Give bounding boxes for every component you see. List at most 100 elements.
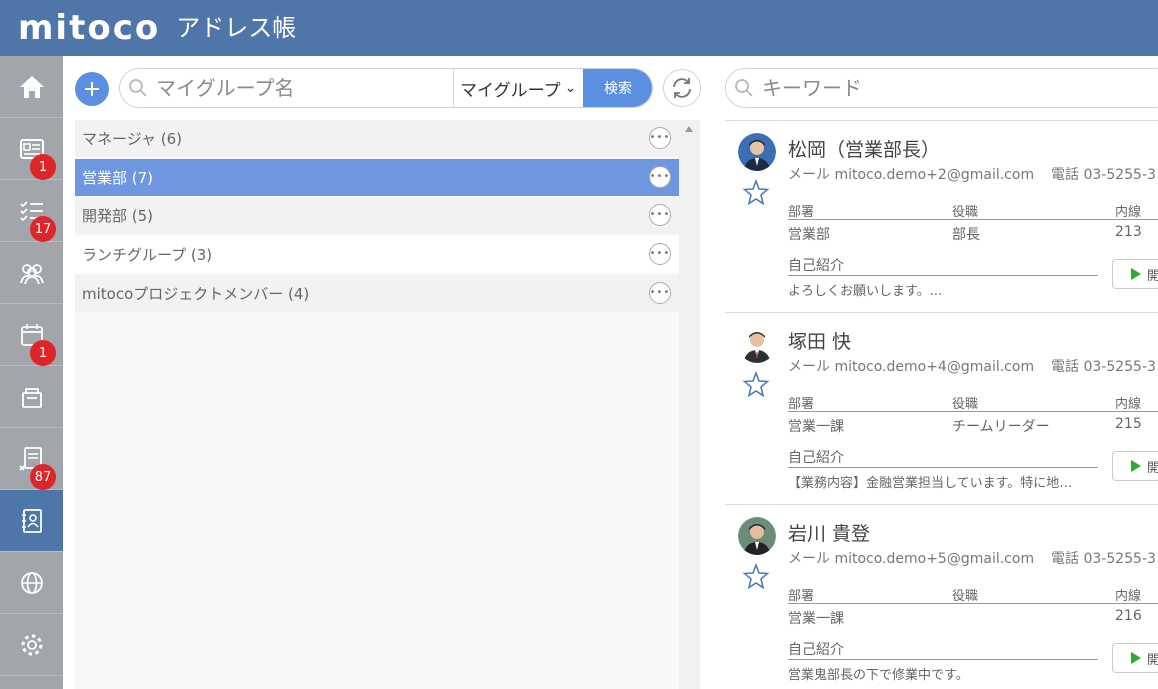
- sidebar-item-files[interactable]: [0, 366, 63, 428]
- star-icon[interactable]: [743, 179, 769, 205]
- email-value[interactable]: mitoco.demo+5@gmail.com: [834, 551, 1034, 567]
- group-type-select[interactable]: マイグループ ⌄: [453, 69, 583, 107]
- group-list-scrollbar[interactable]: [679, 120, 700, 689]
- tel-label: 電話: [1051, 167, 1079, 183]
- refresh-icon: [673, 78, 691, 98]
- more-options-icon[interactable]: •••: [649, 127, 671, 149]
- intro-text: よろしくお願いします。...: [788, 284, 943, 299]
- sidebar-item-calendar[interactable]: 1: [0, 304, 63, 366]
- group-row[interactable]: ランチグループ (3) •••: [75, 236, 679, 273]
- sidebar-item-approval[interactable]: 87: [0, 428, 63, 490]
- ext-value: 215: [1115, 416, 1142, 432]
- intro-text: 【業務内容】金融営業担当しています。特に地…: [788, 476, 1073, 491]
- sidebar-item-web[interactable]: [0, 552, 63, 614]
- mail-label: メール: [788, 551, 830, 567]
- email-value[interactable]: mitoco.demo+2@gmail.com: [834, 167, 1034, 183]
- more-options-icon[interactable]: •••: [649, 166, 671, 188]
- folder-icon: [21, 387, 42, 408]
- open-button[interactable]: 開: [1112, 451, 1158, 481]
- position-header: 役職: [952, 589, 979, 604]
- ext-header: 内線: [1115, 589, 1142, 604]
- dept-value: 営業部: [788, 227, 830, 243]
- position-header: 役職: [952, 205, 979, 220]
- tel-value[interactable]: 03-5255-3: [1083, 551, 1155, 567]
- globe-icon: [20, 571, 43, 594]
- contact-email: メール mitoco.demo+4@gmail.com: [788, 356, 1034, 376]
- contact-card: 岩川 貴登 メール mitoco.demo+5@gmail.com 電話 03-…: [725, 504, 1158, 689]
- more-options-icon[interactable]: •••: [649, 204, 671, 226]
- open-button[interactable]: 開: [1112, 259, 1158, 289]
- dept-header: 部署: [788, 589, 815, 604]
- refresh-button[interactable]: [663, 69, 701, 107]
- ext-header: 内線: [1115, 205, 1142, 220]
- star-icon[interactable]: [743, 563, 769, 589]
- contact-name[interactable]: 岩川 貴登: [788, 519, 870, 546]
- contact-name[interactable]: 塚田 快: [788, 327, 851, 354]
- tel-label: 電話: [1051, 359, 1079, 375]
- open-button[interactable]: 開: [1112, 643, 1158, 673]
- contact-email: メール mitoco.demo+5@gmail.com: [788, 548, 1034, 568]
- ext-header: 内線: [1115, 397, 1142, 412]
- search-icon: [129, 79, 147, 97]
- intro-label: 自己紹介: [788, 450, 844, 466]
- chevron-down-icon: ⌄: [564, 80, 577, 96]
- avatar[interactable]: [738, 517, 776, 555]
- avatar[interactable]: [738, 133, 776, 171]
- tel-value[interactable]: 03-5255-3: [1083, 359, 1155, 375]
- open-label: 開: [1147, 268, 1158, 284]
- group-label: マネージャ (6): [82, 130, 182, 148]
- divider: [788, 603, 1158, 604]
- star-icon[interactable]: [743, 371, 769, 397]
- sidebar-item-todo[interactable]: 17: [0, 180, 63, 242]
- group-row[interactable]: マネージャ (6) •••: [75, 120, 679, 157]
- contact-tel: 電話 03-5255-3: [1051, 164, 1156, 184]
- play-icon: [1131, 460, 1141, 472]
- sidebar-item-groups[interactable]: [0, 242, 63, 304]
- more-options-icon[interactable]: •••: [649, 243, 671, 265]
- email-value[interactable]: mitoco.demo+4@gmail.com: [834, 359, 1034, 375]
- news-badge: 1: [30, 154, 56, 180]
- dept-header: 部署: [788, 397, 815, 412]
- divider: [788, 275, 1098, 276]
- group-label: mitocoプロジェクトメンバー (4): [82, 285, 310, 303]
- plus-icon: [85, 82, 99, 96]
- intro-label: 自己紹介: [788, 258, 844, 274]
- dept-value: 営業一課: [788, 419, 844, 435]
- approval-badge: 87: [30, 464, 56, 490]
- keyword-search-box: [725, 68, 1158, 108]
- tel-value[interactable]: 03-5255-3: [1083, 167, 1155, 183]
- sidebar-item-address-book[interactable]: [0, 490, 63, 552]
- home-icon: [19, 75, 44, 98]
- play-icon: [1131, 652, 1141, 664]
- divider: [788, 659, 1098, 660]
- group-label: 営業部 (7): [82, 169, 154, 187]
- scroll-up-icon[interactable]: [685, 126, 693, 132]
- contact-tel: 電話 03-5255-3: [1051, 356, 1156, 376]
- contact-tel: 電話 03-5255-3: [1051, 548, 1156, 568]
- contact-email: メール mitoco.demo+2@gmail.com: [788, 164, 1034, 184]
- more-options-icon[interactable]: •••: [649, 282, 671, 304]
- position-value: 部長: [952, 227, 980, 243]
- add-group-button[interactable]: [75, 72, 109, 106]
- tel-label: 電話: [1051, 551, 1079, 567]
- intro-label: 自己紹介: [788, 642, 844, 658]
- sidebar-item-home[interactable]: [0, 56, 63, 118]
- group-label: ランチグループ (3): [82, 246, 213, 264]
- search-button[interactable]: 検索: [583, 69, 652, 107]
- group-search-input[interactable]: [156, 73, 446, 103]
- mitoco-logo[interactable]: mitoco: [18, 0, 160, 56]
- sidebar-item-settings[interactable]: [0, 614, 63, 676]
- ext-value: 213: [1115, 224, 1142, 240]
- sidebar-item-news[interactable]: 1: [0, 118, 63, 180]
- avatar[interactable]: [738, 325, 776, 363]
- page-title: アドレス帳: [176, 14, 297, 42]
- group-icon: [19, 263, 44, 284]
- contact-name[interactable]: 松岡（営業部長）: [788, 135, 940, 162]
- position-header: 役職: [952, 397, 979, 412]
- keyword-search-input[interactable]: [762, 73, 1142, 103]
- group-row[interactable]: mitocoプロジェクトメンバー (4) •••: [75, 275, 679, 312]
- group-row[interactable]: 営業部 (7) •••: [75, 159, 679, 196]
- group-row[interactable]: 開発部 (5) •••: [75, 197, 679, 234]
- group-label: 開発部 (5): [82, 207, 154, 225]
- calendar-badge: 1: [30, 340, 56, 366]
